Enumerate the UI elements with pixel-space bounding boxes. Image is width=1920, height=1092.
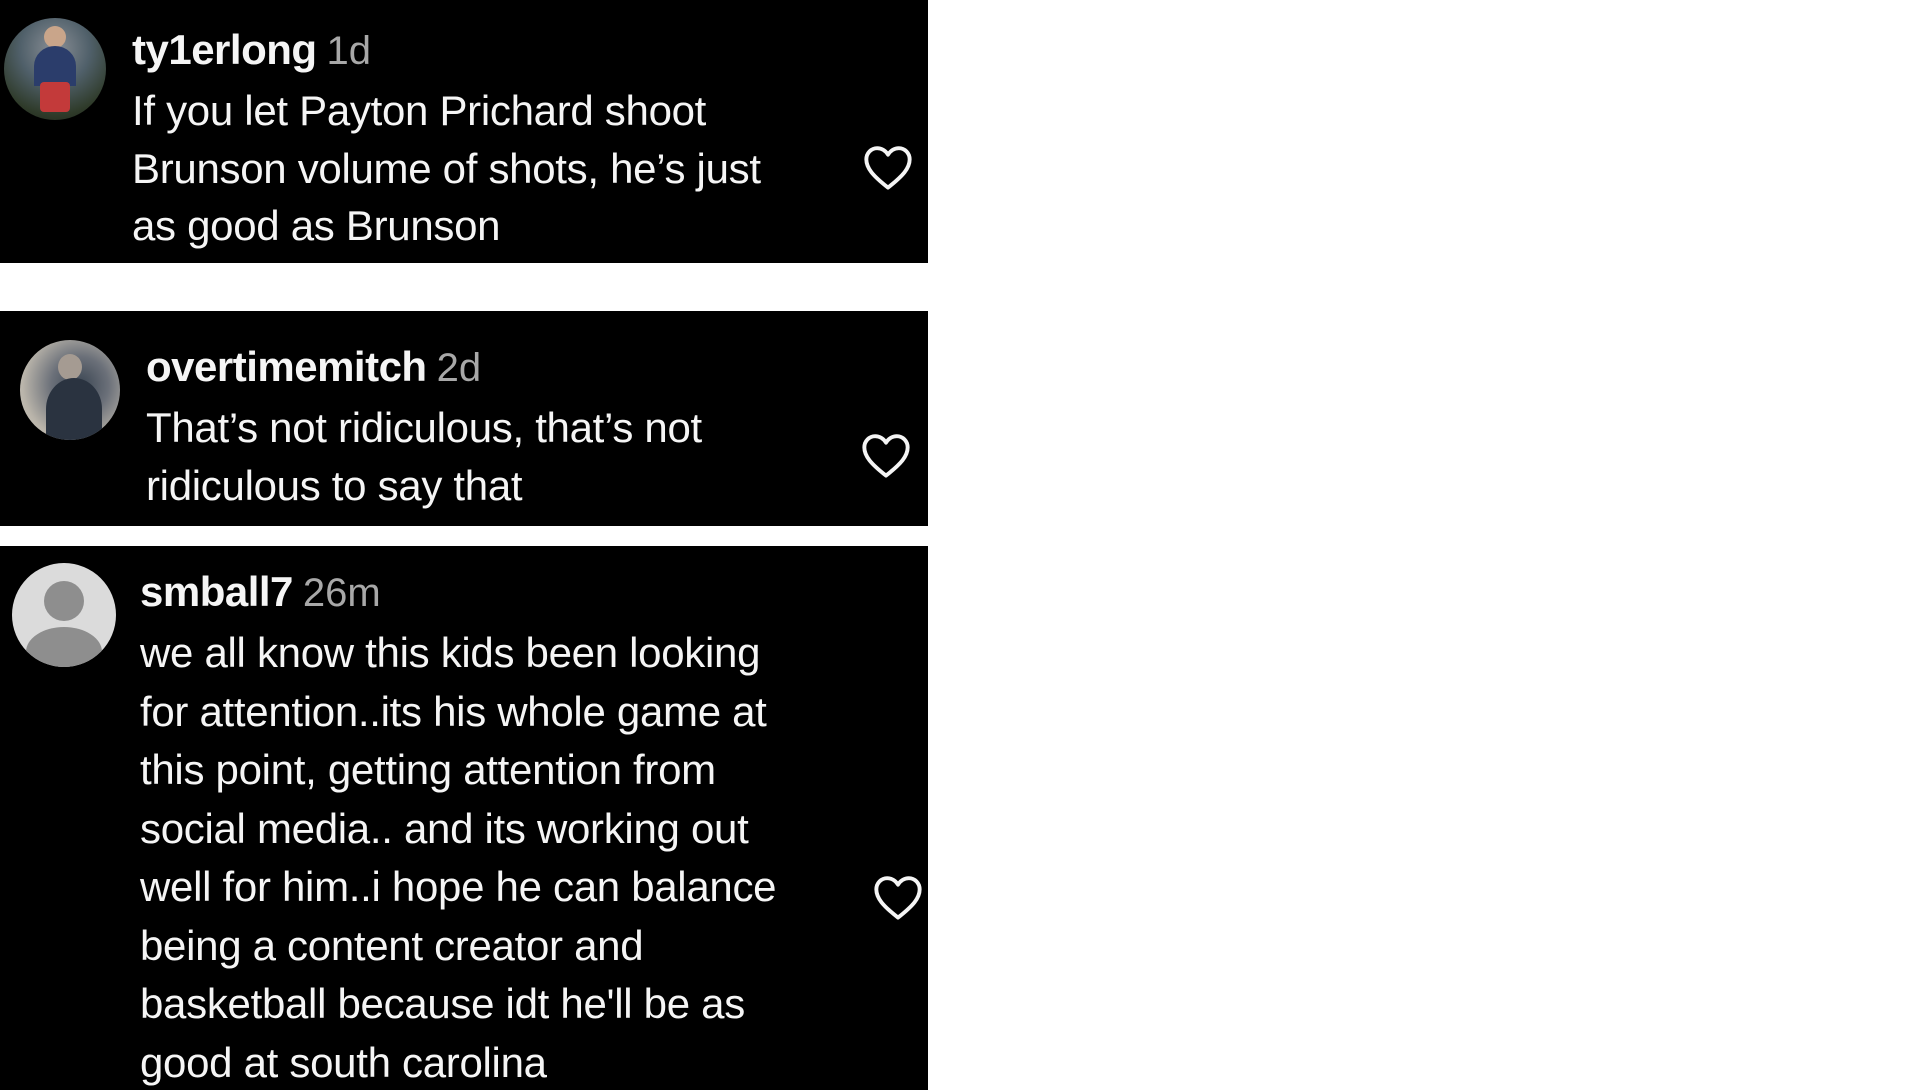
avatar[interactable] [4,18,106,120]
comment-header: overtimemitch 2d [146,343,481,391]
comment-card: overtimemitch 2d That’s not ridiculous, t… [0,311,928,526]
comment-text: That’s not ridiculous, that’s not ridicu… [146,404,702,509]
heart-outline-icon[interactable] [860,431,912,479]
comment-header: ty1erlong 1d [132,26,371,74]
comment-card: ty1erlong 1d If you let Payton Prichard s… [0,0,928,263]
username[interactable]: ty1erlong [132,26,317,73]
comment-card: smball7 26m we all know this kids been lo… [0,546,928,1090]
heart-outline-icon[interactable] [862,143,914,191]
comment-text: If you let Payton Prichard shoot Brunson… [132,87,761,249]
default-avatar-icon[interactable] [12,563,116,667]
timestamp: 1d [326,29,372,73]
username[interactable]: overtimemitch [146,343,427,390]
timestamp: 26m [302,571,381,615]
timestamp: 2d [436,346,482,390]
comment-text: we all know this kids been looking for a… [140,629,777,1086]
avatar[interactable] [20,340,120,440]
comment-header: smball7 26m [140,568,381,616]
username[interactable]: smball7 [140,568,293,615]
heart-outline-icon[interactable] [872,873,924,921]
